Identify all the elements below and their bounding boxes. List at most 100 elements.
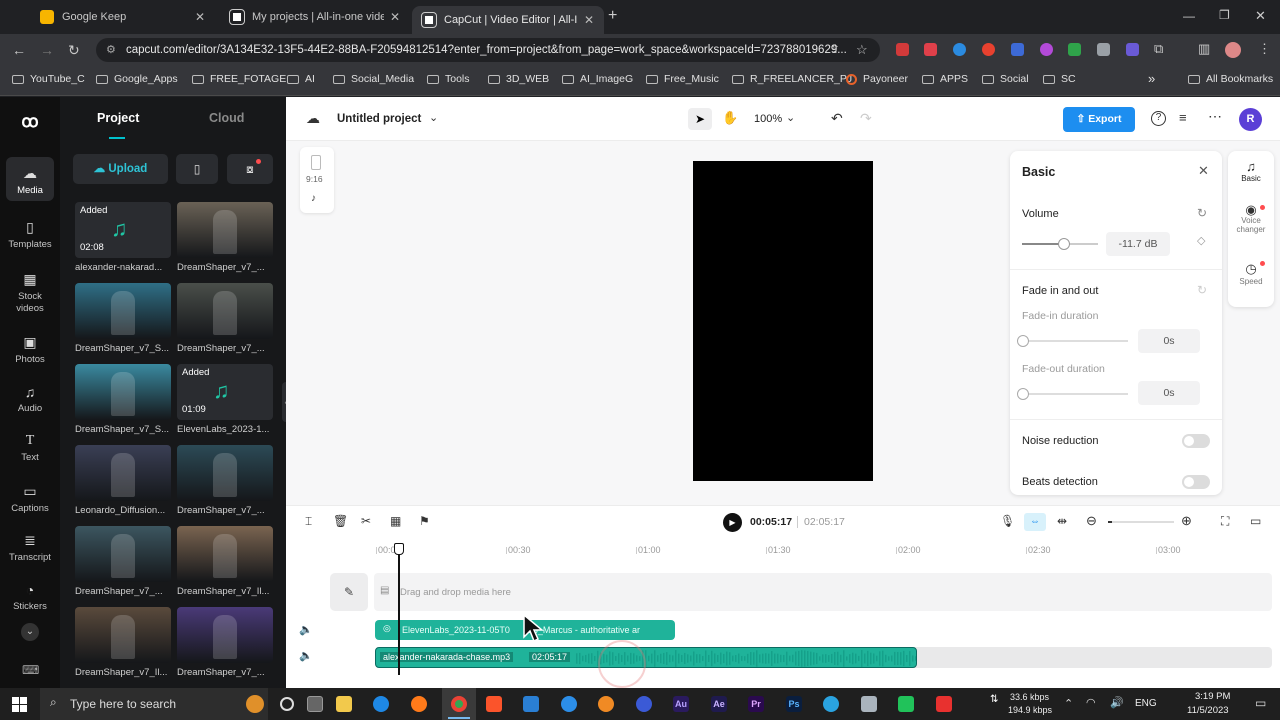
noise-reduction-toggle[interactable] <box>1182 434 1210 448</box>
extension-icon[interactable] <box>1126 43 1139 56</box>
extension-icon[interactable] <box>924 43 937 56</box>
media-item[interactable]: ♫ Added 01:09 <box>177 364 273 420</box>
redo-icon[interactable]: ↷ <box>860 110 872 127</box>
layers-icon[interactable]: ≡ <box>1179 110 1187 125</box>
nav-item-photos[interactable]: ▣ Photos <box>0 334 60 365</box>
media-item[interactable] <box>177 202 273 258</box>
audio-clip-music[interactable]: alexander-nakarada-chase.mp3 02:05:17 <box>375 647 917 668</box>
language-indicator[interactable]: ENG <box>1135 698 1157 709</box>
browser-tab[interactable]: My projects | All-in-one video ✕ <box>220 4 410 30</box>
chevron-down-icon[interactable]: ⌄ <box>429 111 438 124</box>
microphone-icon[interactable]: 🎙 <box>1000 514 1015 528</box>
after-effects-icon[interactable]: Ae <box>711 696 727 712</box>
fade-in-value[interactable]: 0s <box>1138 329 1200 353</box>
browser-tab[interactable]: Google Keep ✕ <box>30 4 215 30</box>
more-options-icon[interactable]: ⋯ <box>1208 108 1222 125</box>
extension-icon[interactable] <box>1068 43 1081 56</box>
media-item[interactable] <box>75 283 171 339</box>
hand-tool-icon[interactable]: ✋ <box>722 110 738 126</box>
restore-window-icon[interactable]: ❐ <box>1219 8 1230 22</box>
trim-icon[interactable]: ✂ <box>361 514 371 528</box>
drop-zone[interactable]: ▤ Drag and drop media here <box>374 573 1272 611</box>
telegram-icon[interactable] <box>823 696 839 712</box>
user-avatar[interactable]: R <box>1239 108 1262 131</box>
media-item[interactable] <box>177 283 273 339</box>
volume-slider-knob[interactable] <box>1057 238 1070 250</box>
close-tab-icon[interactable]: ✕ <box>390 10 400 24</box>
file-explorer-icon[interactable] <box>336 696 352 712</box>
playhead[interactable] <box>394 543 404 675</box>
reload-icon[interactable]: ↻ <box>68 42 80 59</box>
volume-icon[interactable]: 🔊 <box>1110 696 1124 709</box>
fade-in-slider[interactable] <box>1017 335 1128 347</box>
site-info-icon[interactable]: ⚙ <box>106 38 116 62</box>
zoom-out-icon[interactable]: ⊖ <box>1086 513 1097 529</box>
extension-icon[interactable] <box>896 43 909 56</box>
extension-icon[interactable] <box>1011 43 1024 56</box>
nav-item-transcript[interactable]: ≣ Transcript <box>0 532 60 563</box>
extension-icon[interactable] <box>982 43 995 56</box>
select-tool-icon[interactable]: ➤ <box>688 108 712 130</box>
audition-icon[interactable]: Au <box>673 696 689 712</box>
fade-out-value[interactable]: 0s <box>1138 381 1200 405</box>
preview-icon[interactable]: ▭ <box>1250 514 1261 528</box>
windows-start-icon[interactable] <box>12 697 27 712</box>
media-item[interactable] <box>177 526 273 582</box>
all-bookmarks-button[interactable]: All Bookmarks <box>1188 73 1273 85</box>
clock-time[interactable]: 3:19 PM <box>1195 691 1230 702</box>
forward-icon[interactable]: → <box>40 42 54 58</box>
chrome-icon[interactable] <box>451 696 467 712</box>
reset-icon[interactable]: ↻ <box>1197 283 1207 297</box>
media-item[interactable] <box>177 607 273 663</box>
tab-project[interactable]: Project <box>97 111 139 125</box>
extension-icon[interactable] <box>1097 43 1110 56</box>
nav-item-stock-videos[interactable]: ▦ Stock videos <box>0 271 60 315</box>
bookmark-item[interactable]: AI_ImageG <box>562 73 633 85</box>
help-icon[interactable]: ? <box>1151 111 1166 126</box>
nav-item-captions[interactable]: ▭ Captions <box>0 483 60 514</box>
play-button[interactable]: ▶ <box>723 513 742 532</box>
close-tab-icon[interactable]: ✕ <box>584 13 594 27</box>
bookmark-item[interactable]: Tools <box>427 73 470 85</box>
back-icon[interactable]: ← <box>12 42 26 58</box>
url-bar[interactable]: ⚙ capcut.com/editor/3A134E32-13F5-44E2-8… <box>96 38 880 62</box>
bookmark-item[interactable]: APPS <box>922 73 968 85</box>
minimize-window-icon[interactable]: — <box>1183 9 1195 23</box>
beats-detection-toggle[interactable] <box>1182 475 1210 489</box>
media-item[interactable] <box>75 607 171 663</box>
nav-item-audio[interactable]: ♫ Audio <box>0 384 60 414</box>
dock-speed[interactable]: ◷ Speed <box>1228 261 1274 286</box>
premiere-icon[interactable]: Pr <box>748 696 764 712</box>
dock-voice-changer[interactable]: ◉ Voice changer <box>1228 203 1274 234</box>
phone-upload-button[interactable]: ▯ <box>176 154 218 184</box>
ratio-widget[interactable]: 9:16 ♪ <box>300 147 334 213</box>
record-button[interactable]: ⧇ <box>227 154 273 184</box>
extensions-puzzle-icon[interactable]: ⧉ <box>1154 41 1163 57</box>
media-item[interactable]: ♫ Added 02:08 <box>75 202 171 258</box>
nav-item-stickers[interactable]: ◔ Stickers <box>0 582 60 612</box>
install-app-icon[interactable]: ⇪ <box>830 42 840 56</box>
bookmarks-overflow-button[interactable]: » <box>1148 71 1155 86</box>
extension-icon[interactable] <box>1040 43 1053 56</box>
bookmark-item[interactable]: Social_Media <box>333 73 414 85</box>
fade-out-slider[interactable] <box>1017 388 1128 400</box>
clock-date[interactable]: 11/5/2023 <box>1187 705 1229 716</box>
nav-item-text[interactable]: T Text <box>0 433 60 463</box>
split-scene-icon[interactable]: ⇹ <box>1057 514 1067 528</box>
reset-icon[interactable]: ↻ <box>1197 206 1207 220</box>
brave-icon[interactable] <box>486 696 502 712</box>
taskbar-search[interactable]: ⌕ Type here to search <box>40 688 268 720</box>
export-button[interactable]: ⇧ Export <box>1063 107 1135 132</box>
freeze-icon[interactable]: ▦ <box>390 514 401 528</box>
project-title[interactable]: Untitled project <box>337 113 421 125</box>
new-tab-button[interactable]: + <box>608 7 617 25</box>
bookmark-item[interactable]: YouTube_C <box>12 73 85 85</box>
cortana-icon[interactable] <box>280 697 294 711</box>
bookmark-item[interactable]: Free_Music <box>646 73 719 85</box>
bookmark-item[interactable]: SC <box>1043 73 1076 85</box>
blender-icon[interactable] <box>598 696 614 712</box>
edge-icon[interactable] <box>373 696 389 712</box>
task-view-icon[interactable] <box>307 696 323 712</box>
media-item[interactable] <box>75 445 171 501</box>
tray-chevron-icon[interactable]: ⌃ <box>1064 697 1073 710</box>
